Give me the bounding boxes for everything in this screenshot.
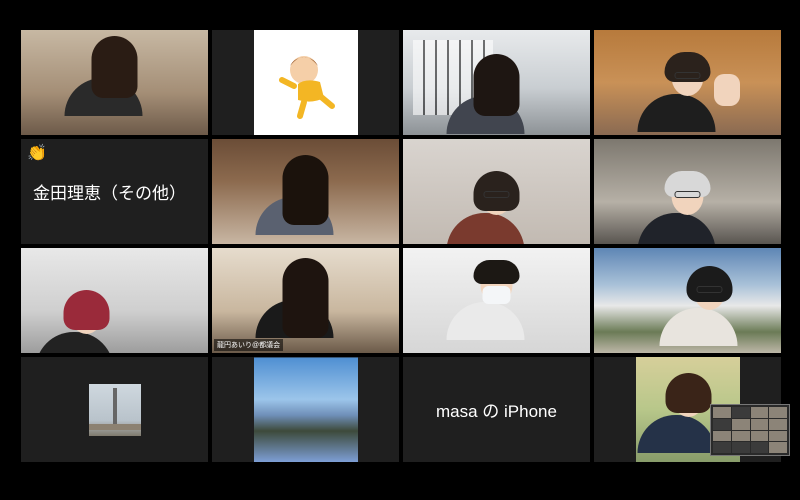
participant-tile-4[interactable] [594, 30, 781, 135]
cartoon-character-icon [254, 30, 358, 135]
participant-name: 龍円あいり@都議会 [214, 339, 284, 351]
participant-person [446, 54, 524, 134]
video-feed [212, 139, 399, 244]
participant-person [255, 155, 333, 235]
participant-tile-5[interactable]: 👏 金田理恵（その他） [21, 139, 208, 244]
participant-tile-12[interactable] [594, 248, 781, 353]
waving-hand [714, 74, 740, 106]
self-view-thumbnail[interactable] [710, 404, 790, 456]
participant-tile-14[interactable] [212, 357, 399, 462]
video-feed [21, 30, 208, 135]
participant-person [637, 373, 716, 453]
video-feed [594, 248, 781, 353]
video-feed [594, 139, 781, 244]
participant-person [446, 260, 524, 340]
participant-person [64, 36, 142, 116]
participant-person [446, 171, 524, 244]
participant-person [637, 52, 715, 132]
participant-name: 金田理恵（その他） [33, 184, 186, 203]
participant-name: masa の iPhone [436, 402, 557, 421]
participant-person [659, 266, 738, 346]
participant-tile-7[interactable] [403, 139, 590, 244]
video-feed [21, 248, 208, 353]
participant-person [35, 290, 114, 353]
participant-person [255, 258, 333, 338]
tower-photo [88, 383, 141, 436]
participant-tile-9[interactable] [21, 248, 208, 353]
participant-tile-6[interactable] [212, 139, 399, 244]
video-feed [594, 30, 781, 135]
participant-tile-8[interactable] [594, 139, 781, 244]
participant-tile-11[interactable] [403, 248, 590, 353]
participant-tile-10[interactable]: 龍円あいり@都議会 [212, 248, 399, 353]
video-feed [403, 139, 590, 244]
participant-tile-15[interactable]: masa の iPhone [403, 357, 590, 462]
participant-tile-1[interactable] [21, 30, 208, 135]
video-feed [403, 248, 590, 353]
participant-tile-3[interactable] [403, 30, 590, 135]
participant-person [637, 171, 715, 244]
video-feed [403, 30, 590, 135]
flower-field-photo [253, 357, 358, 462]
gallery-grid: 👏 金田理恵（その他） 龍円あいり@都議会 masa の iPhone [21, 30, 781, 462]
participant-tile-2[interactable] [212, 30, 399, 135]
video-feed [212, 248, 399, 353]
participant-tile-13[interactable] [21, 357, 208, 462]
